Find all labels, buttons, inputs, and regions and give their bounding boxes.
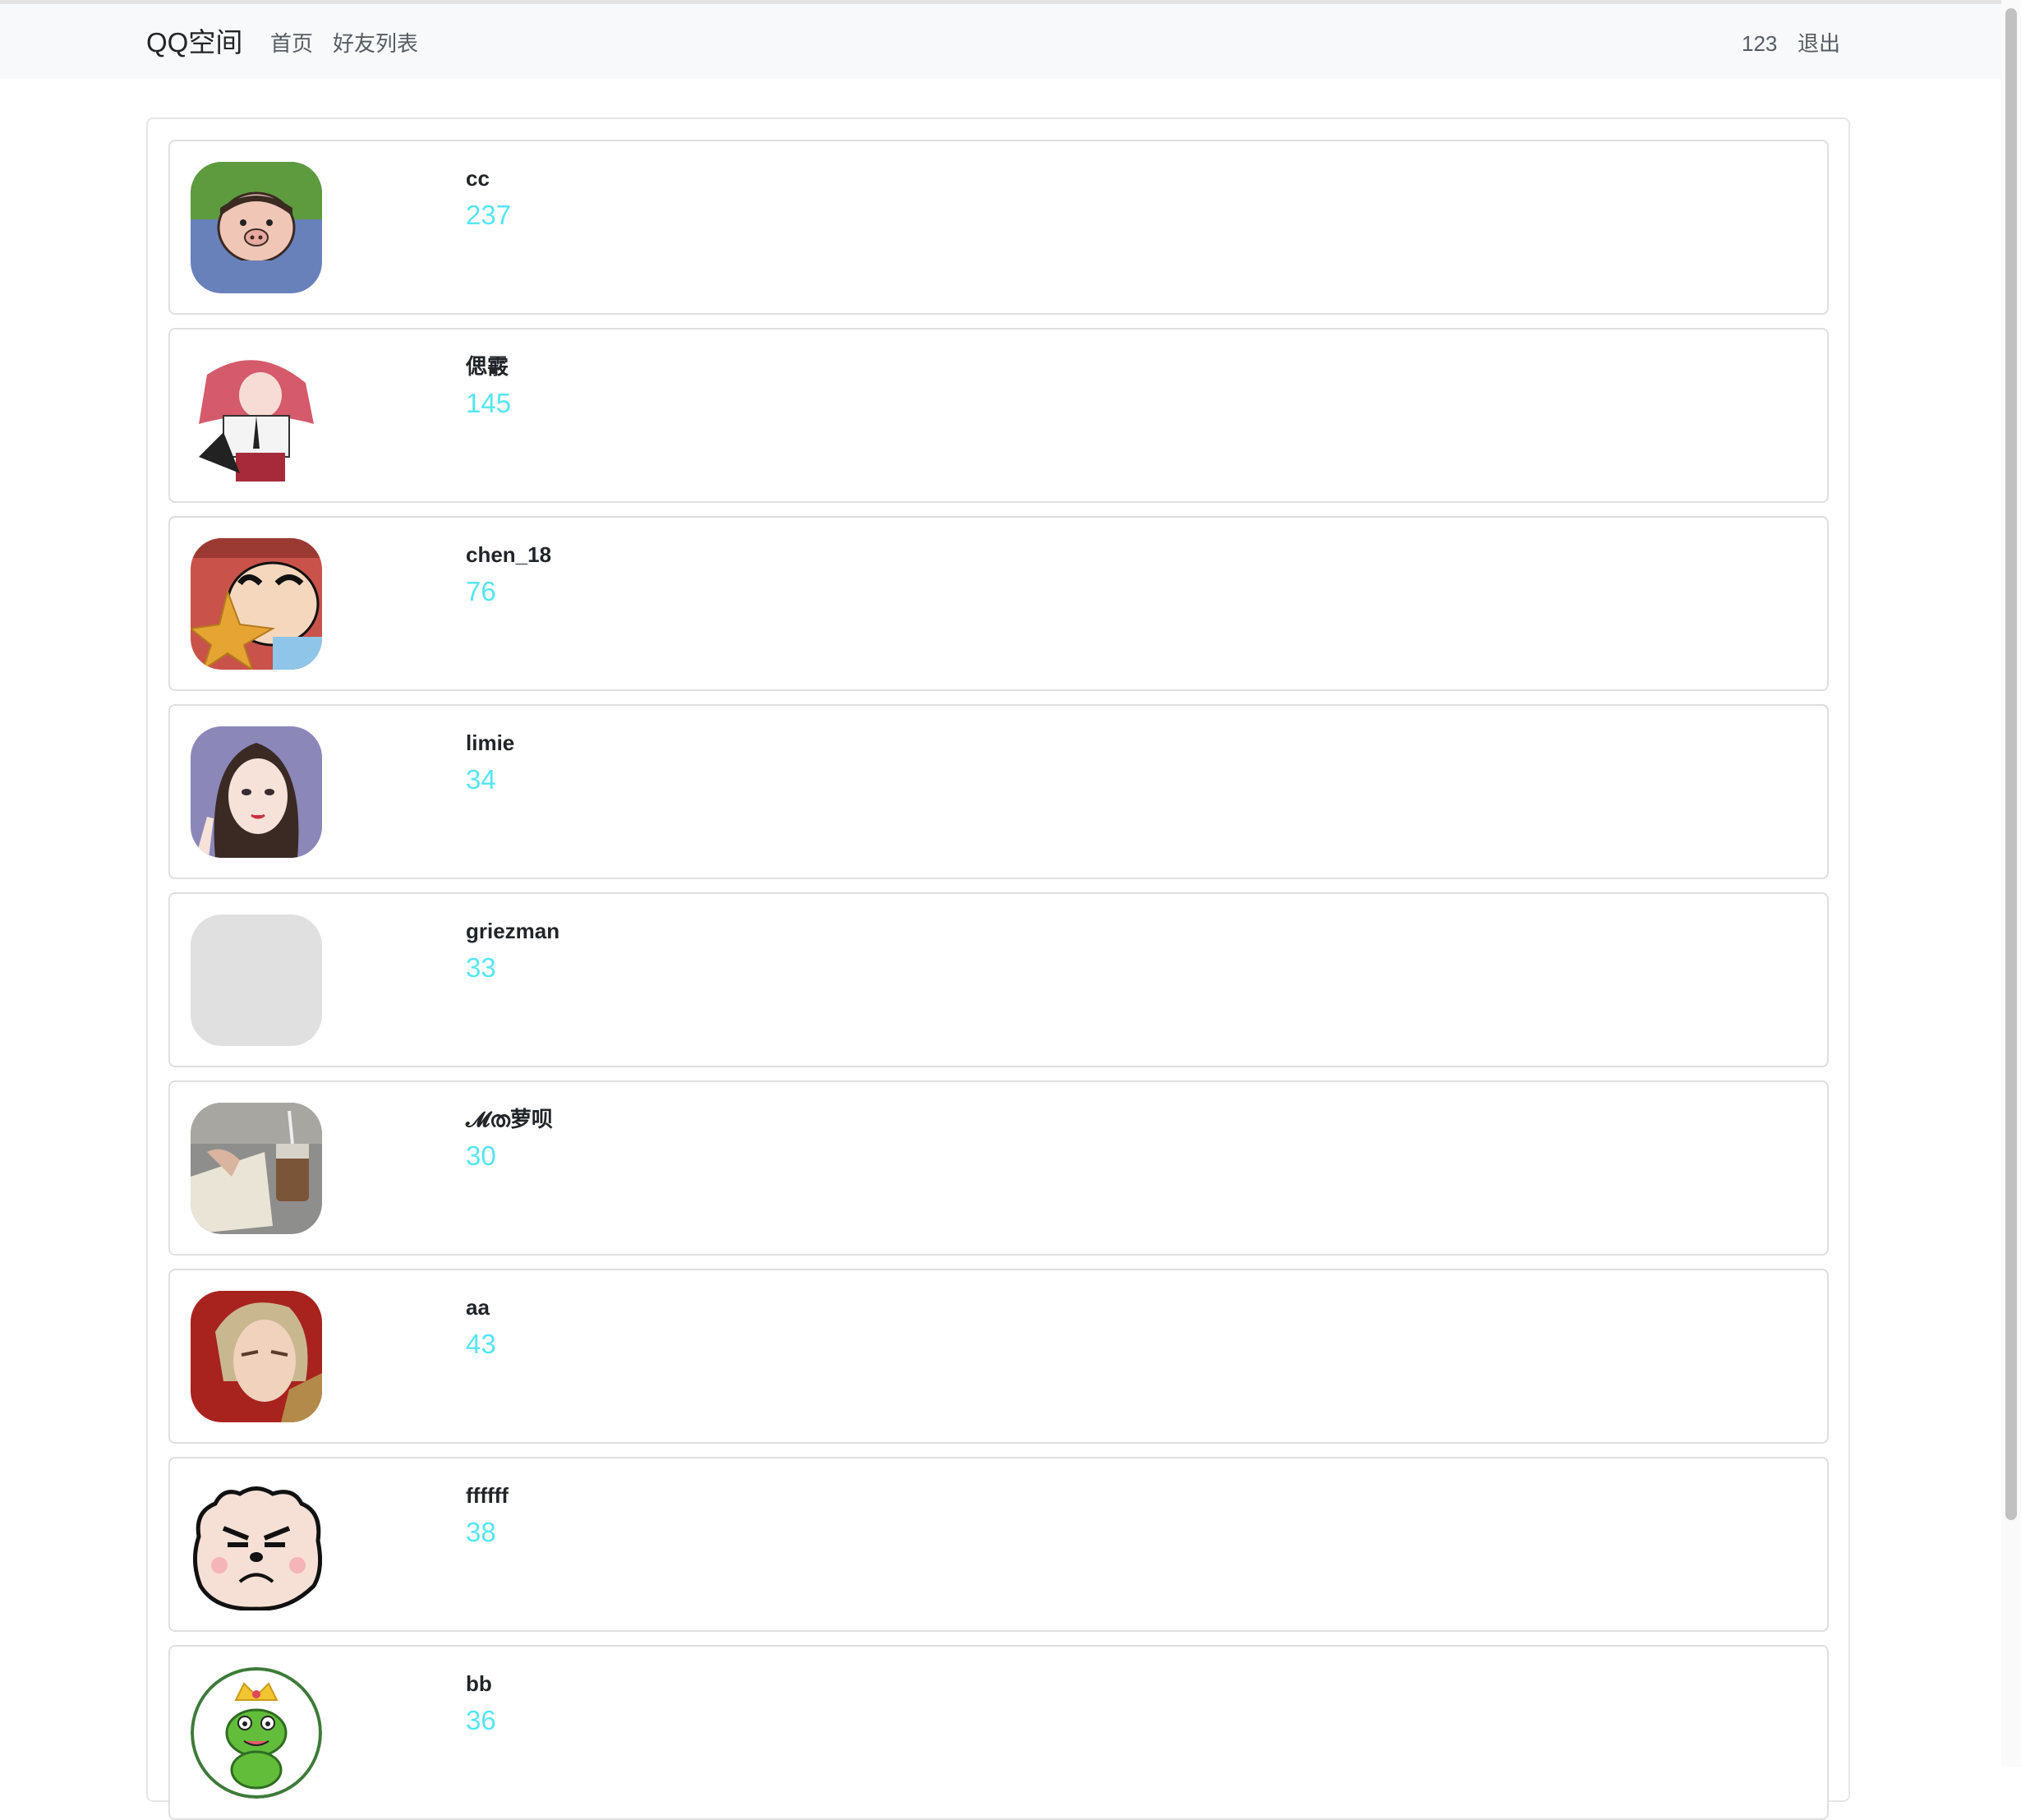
friend-name[interactable]: griezman xyxy=(466,917,559,945)
avatar xyxy=(191,538,322,670)
desk-photo-icon xyxy=(191,1103,322,1234)
friend-count: 34 xyxy=(466,764,496,795)
avatar xyxy=(191,1291,322,1422)
friend-count: 237 xyxy=(466,200,512,230)
frog-prince-icon xyxy=(191,1667,322,1799)
logout-link[interactable]: 退出 xyxy=(1798,30,1840,58)
friend-card[interactable]: 𝓜ത萝呗 30 xyxy=(168,1080,1829,1256)
friend-card[interactable]: ffffff 38 xyxy=(168,1457,1829,1632)
scrollbar-thumb[interactable] xyxy=(2005,8,2017,1520)
anime-girl-icon xyxy=(191,350,322,481)
girl-portrait-icon xyxy=(191,726,322,858)
brand-link[interactable]: QQ空间 xyxy=(146,26,242,59)
nav-home-link[interactable]: 首页 xyxy=(270,30,313,58)
nav-username[interactable]: 123 xyxy=(1742,30,1777,58)
friend-name[interactable]: bb xyxy=(466,1670,492,1698)
friend-name[interactable]: limie xyxy=(466,729,514,757)
friend-card[interactable]: limie 34 xyxy=(168,704,1829,879)
avatar xyxy=(191,1479,322,1610)
friend-card[interactable]: chen_18 76 xyxy=(168,516,1829,691)
navbar: QQ空间 首页 好友列表 123 退出 xyxy=(0,4,2001,79)
avatar xyxy=(191,726,322,858)
friend-card[interactable]: aa 43 xyxy=(168,1269,1829,1444)
friend-count: 38 xyxy=(466,1517,496,1547)
friend-count: 76 xyxy=(466,576,496,606)
friend-card[interactable]: cc 237 xyxy=(168,140,1829,315)
friend-count: 145 xyxy=(466,388,512,418)
friend-count: 30 xyxy=(466,1140,496,1171)
avatar xyxy=(191,350,322,481)
friend-name[interactable]: 𝓜ത萝呗 xyxy=(466,1105,553,1133)
friend-card[interactable]: griezman 33 xyxy=(168,892,1829,1067)
man-portrait-icon xyxy=(191,1291,322,1422)
friend-name[interactable]: cc xyxy=(466,164,490,192)
friend-name[interactable]: ffffff xyxy=(466,1481,509,1509)
nav-friends-link[interactable]: 好友列表 xyxy=(333,30,418,58)
friend-card[interactable]: 偲霰 145 xyxy=(168,328,1829,503)
friend-count: 43 xyxy=(466,1329,496,1359)
friend-count: 33 xyxy=(466,952,496,983)
pig-face-icon xyxy=(191,162,322,293)
friend-name[interactable]: aa xyxy=(466,1293,490,1321)
avatar xyxy=(191,162,322,293)
friend-count: 36 xyxy=(466,1705,496,1735)
cartoon-boy-icon xyxy=(191,538,322,670)
avatar xyxy=(191,1667,322,1799)
angry-face-icon xyxy=(191,1479,322,1610)
friend-card[interactable]: bb 36 xyxy=(168,1645,1829,1820)
friend-name[interactable]: 偲霰 xyxy=(466,352,509,380)
avatar xyxy=(191,1103,322,1234)
avatar xyxy=(191,915,322,1046)
friend-name[interactable]: chen_18 xyxy=(466,541,551,569)
